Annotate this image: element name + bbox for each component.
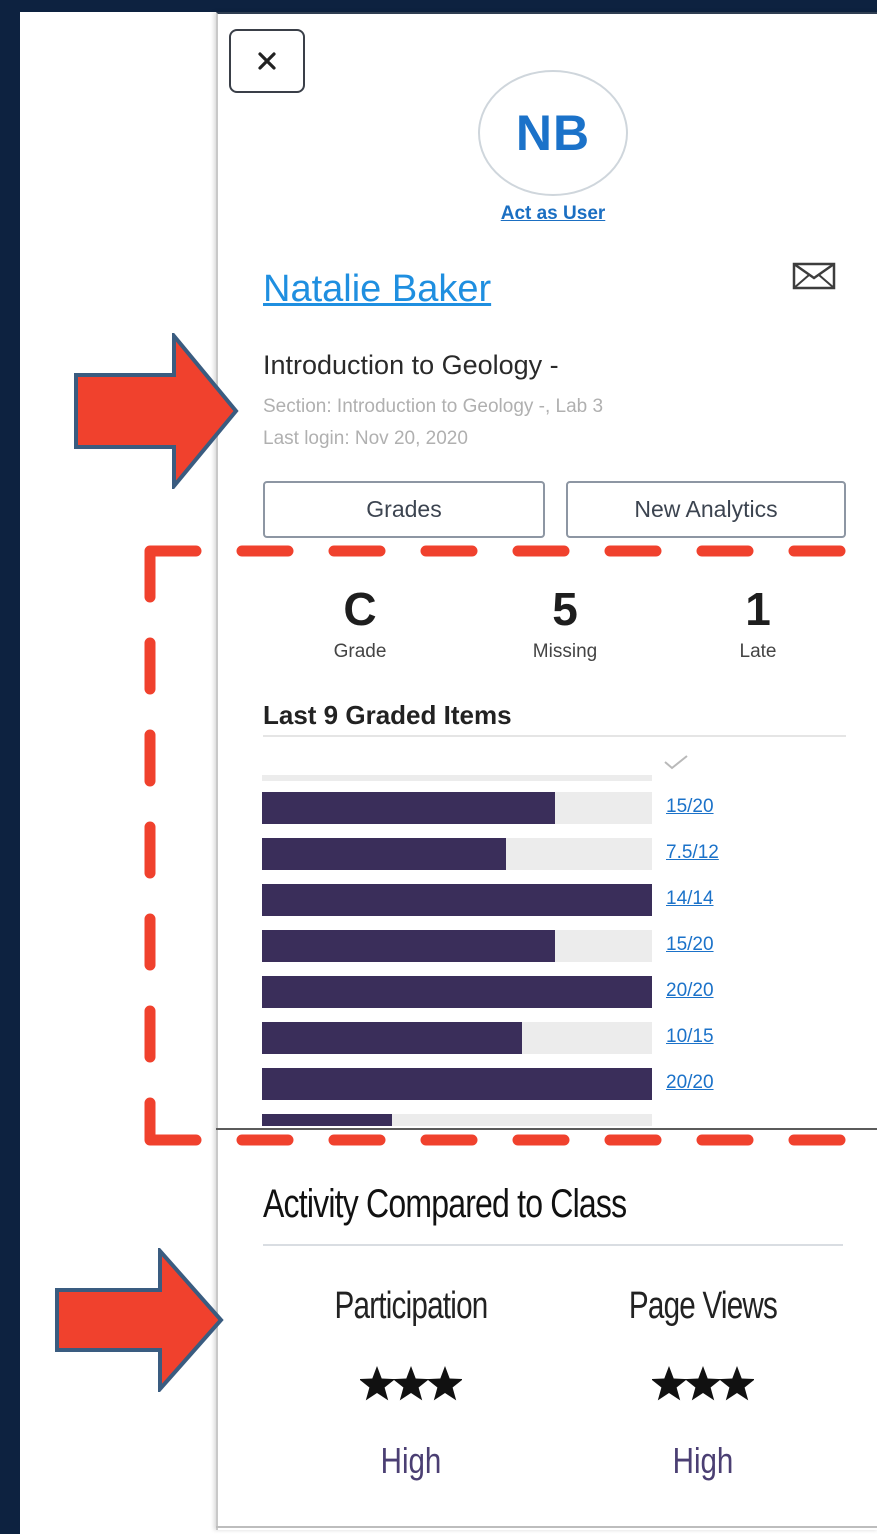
act-as-user-link[interactable]: Act as User xyxy=(470,203,636,225)
graded-items-heading: Last 9 Graded Items xyxy=(263,700,512,730)
student-name-link[interactable]: Natalie Baker xyxy=(263,268,491,311)
score-link[interactable]: 14/14 xyxy=(666,888,714,910)
stat-grade: C Grade xyxy=(300,583,420,663)
graded-item-row: 7.5/12 xyxy=(262,838,719,872)
score-bar-fill xyxy=(262,976,652,1008)
score-bar-fill xyxy=(262,884,652,916)
page-views-metric: Page Views High xyxy=(603,1285,803,1482)
section-divider xyxy=(216,1128,877,1130)
graded-item-row: 15/20 xyxy=(262,792,714,826)
new-analytics-button[interactable]: New Analytics xyxy=(566,481,846,538)
score-bar-fill xyxy=(262,792,555,824)
tray-bottom-border xyxy=(216,1526,877,1528)
close-icon xyxy=(258,52,276,70)
avatar: NB xyxy=(478,70,628,196)
star-rating xyxy=(603,1364,803,1408)
star-rating xyxy=(311,1364,511,1408)
graded-item-row: 20/20 xyxy=(262,976,714,1010)
star-icon xyxy=(684,1366,722,1401)
arrow-annotation-lower xyxy=(55,1248,224,1392)
star-icon xyxy=(426,1366,464,1401)
arrow-annotation-upper xyxy=(74,333,239,489)
graded-items-header-track xyxy=(262,775,652,781)
stat-label: Missing xyxy=(532,641,598,662)
score-bar-fill xyxy=(262,1114,392,1126)
score-link[interactable]: 10/15 xyxy=(666,1026,714,1048)
stat-value: 5 xyxy=(552,583,578,635)
score-link[interactable]: 20/20 xyxy=(666,1072,714,1094)
graded-item-row: 10/15 xyxy=(262,1022,714,1056)
app-background-top xyxy=(20,0,877,12)
activity-divider xyxy=(263,1244,843,1246)
score-bar-fill xyxy=(262,1022,522,1054)
score-link[interactable]: 15/20 xyxy=(666,796,714,818)
metric-level: High xyxy=(380,1440,442,1481)
close-button[interactable] xyxy=(229,29,305,93)
app-background-bar xyxy=(0,0,20,1534)
score-bar-fill xyxy=(262,1068,652,1100)
stat-label: Grade xyxy=(333,641,387,662)
graded-item-row: 20/20 xyxy=(262,1068,714,1102)
stat-missing: 5 Missing xyxy=(505,583,625,663)
star-icon xyxy=(650,1366,688,1401)
score-link[interactable]: 20/20 xyxy=(666,980,714,1002)
stat-label: Late xyxy=(739,641,777,662)
stat-value: 1 xyxy=(745,583,771,635)
stat-late: 1 Late xyxy=(698,583,818,663)
graded-item-row: 15/20 xyxy=(262,930,714,964)
score-bar-fill xyxy=(262,838,506,870)
grades-button[interactable]: Grades xyxy=(263,481,545,538)
stat-value: C xyxy=(343,583,377,635)
participation-metric: Participation High xyxy=(311,1285,511,1482)
message-button[interactable] xyxy=(792,262,836,295)
check-icon xyxy=(664,755,688,770)
metric-label: Participation xyxy=(334,1285,489,1327)
star-icon xyxy=(392,1366,430,1401)
star-icon xyxy=(718,1366,756,1401)
score-bar-fill xyxy=(262,930,555,962)
metric-level: High xyxy=(672,1440,734,1481)
activity-heading: Activity Compared to Class xyxy=(263,1182,627,1226)
score-link[interactable]: 7.5/12 xyxy=(666,842,719,864)
metric-label: Page Views xyxy=(628,1285,778,1327)
graded-items-divider xyxy=(263,735,846,737)
course-title: Introduction to Geology - xyxy=(263,350,559,380)
score-link[interactable]: 15/20 xyxy=(666,934,714,956)
last-login: Last login: Nov 20, 2020 xyxy=(263,428,468,449)
section-info: Section: Introduction to Geology -, Lab … xyxy=(263,396,604,417)
graded-item-row: 4/12 xyxy=(262,1114,652,1126)
graded-item-row: 14/14 xyxy=(262,884,714,918)
star-icon xyxy=(358,1366,396,1401)
mail-icon xyxy=(792,262,836,290)
